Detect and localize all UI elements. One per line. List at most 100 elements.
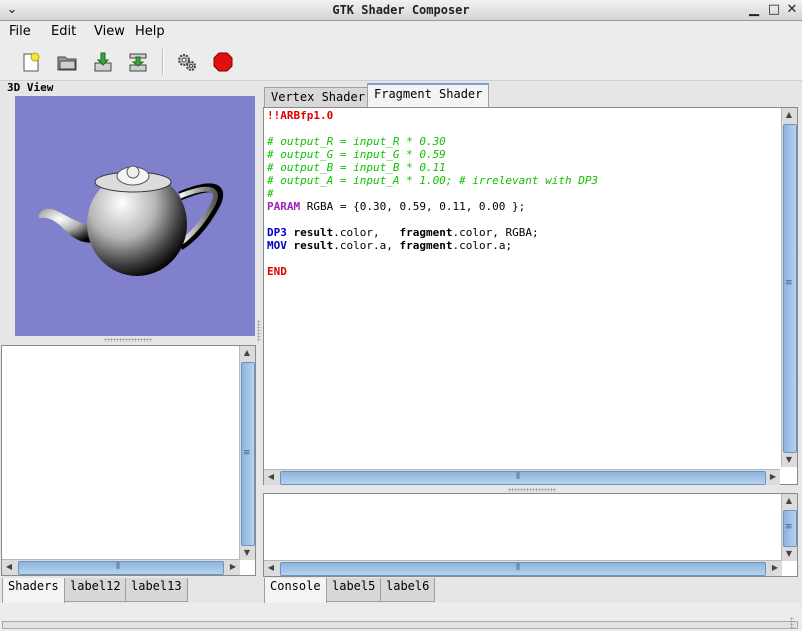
code-line: # output_A = input_A * 1.00; # irrelevan… xyxy=(267,174,780,187)
code-line: # output_G = input_G * 0.59 xyxy=(267,148,780,161)
menu-edit[interactable]: Edit xyxy=(51,24,76,39)
grip-icon: ≡ xyxy=(785,522,793,532)
stop-icon xyxy=(213,52,233,72)
editor-horizontal-scrollbar[interactable]: ◀ ⦀ ▶ xyxy=(264,469,780,485)
scroll-thumb[interactable] xyxy=(280,562,766,576)
scroll-up-icon[interactable]: ▲ xyxy=(782,494,796,508)
save-button[interactable] xyxy=(89,49,117,75)
grip-icon: ⦀ xyxy=(116,562,120,572)
minimize-icon[interactable]: ▁ xyxy=(746,2,762,18)
code-token: .color, RGBA; xyxy=(452,226,539,239)
code-token: RGBA = {0.30, 0.59, 0.11, 0.00 }; xyxy=(300,200,526,213)
code-line: PARAM RGBA = {0.30, 0.59, 0.11, 0.00 }; xyxy=(267,200,780,213)
code-line: # output_R = input_R * 0.30 xyxy=(267,135,780,148)
open-button[interactable] xyxy=(53,49,81,75)
window-title: GTK Shader Composer xyxy=(332,3,470,17)
code-token: # output_R = input_R * 0.30 xyxy=(267,135,446,148)
code-token: # xyxy=(267,187,274,200)
code-token: # output_G = input_G * 0.59 xyxy=(267,148,446,161)
stop-button[interactable] xyxy=(209,49,237,75)
3d-viewport[interactable] xyxy=(15,96,255,336)
code-line: # xyxy=(267,187,780,200)
scroll-thumb[interactable] xyxy=(280,471,766,485)
code-token: .color.a; xyxy=(452,239,513,252)
menu-help[interactable]: Help xyxy=(135,24,165,39)
code-token: result xyxy=(293,239,334,252)
menu-file[interactable]: File xyxy=(9,24,31,39)
grip-icon: ≡ xyxy=(243,448,251,458)
shader-list-panel[interactable]: ▲ ≡ ▼ ◀ ⦀ ▶ xyxy=(1,345,256,576)
code-line: END xyxy=(267,265,780,278)
tab-shaders[interactable]: Shaders xyxy=(2,578,65,606)
export-button[interactable] xyxy=(124,49,152,75)
tab-label12[interactable]: label12 xyxy=(64,578,127,602)
scroll-down-icon[interactable]: ▼ xyxy=(240,546,254,560)
settings-icon xyxy=(178,54,196,71)
tab-console[interactable]: Console xyxy=(264,578,327,606)
code-token: .color, xyxy=(333,226,400,239)
console-horizontal-scrollbar[interactable]: ◀ ⦀ ▶ xyxy=(264,560,782,576)
grip-icon: ⦀ xyxy=(516,563,520,573)
toolbar xyxy=(0,43,802,81)
console-vertical-scrollbar[interactable]: ▲ ≡ ▼ xyxy=(781,494,797,561)
scroll-down-icon[interactable]: ▼ xyxy=(782,547,796,561)
menu-bar: File Edit View Help xyxy=(0,21,802,43)
settings-button[interactable] xyxy=(173,49,201,75)
scroll-right-icon[interactable]: ▶ xyxy=(766,470,780,484)
tab-label5[interactable]: label5 xyxy=(326,578,382,602)
tab-label13[interactable]: label13 xyxy=(125,578,188,602)
open-icon xyxy=(57,56,77,71)
toolbar-separator xyxy=(162,49,164,75)
pane-grip[interactable] xyxy=(104,338,152,342)
pane-grip[interactable] xyxy=(257,320,261,342)
code-token: fragment xyxy=(399,239,453,252)
view-label: 3D View xyxy=(7,81,54,94)
scroll-down-icon[interactable]: ▼ xyxy=(782,453,796,467)
code-token: # output_A = input_A * 1.00; # irrelevan… xyxy=(267,174,599,187)
maximize-icon[interactable]: □ xyxy=(766,2,782,18)
code-line: MOV result.color.a, fragment.color.a; xyxy=(267,239,780,252)
scroll-right-icon[interactable]: ▶ xyxy=(768,561,782,575)
scroll-up-icon[interactable]: ▲ xyxy=(782,108,796,122)
scroll-left-icon[interactable]: ◀ xyxy=(2,560,16,574)
scroll-thumb[interactable] xyxy=(783,124,797,453)
code-token: DP3 xyxy=(267,226,287,239)
tab-label6[interactable]: label6 xyxy=(380,578,436,602)
resize-grip[interactable] xyxy=(790,617,794,629)
close-icon[interactable]: ✕ xyxy=(784,2,800,18)
console-panel[interactable]: ▲ ≡ ▼ ◀ ⦀ ▶ xyxy=(263,493,798,577)
scroll-left-icon[interactable]: ◀ xyxy=(264,561,278,575)
scroll-right-icon[interactable]: ▶ xyxy=(226,560,240,574)
code-token: .color.a, xyxy=(333,239,400,252)
title-bar: ⌄ GTK Shader Composer ▁ □ ✕ xyxy=(0,0,802,21)
new-button[interactable] xyxy=(17,49,45,75)
shader-code-editor[interactable]: !!ARBfp1.0 # output_R = input_R * 0.30 # o… xyxy=(266,108,780,466)
pane-grip[interactable] xyxy=(508,488,556,492)
code-token: result xyxy=(293,226,334,239)
editor-vertical-scrollbar[interactable]: ▲ ≡ ▼ xyxy=(781,108,797,467)
status-bar xyxy=(0,603,802,631)
code-token: fragment xyxy=(399,226,453,239)
code-token: !!ARBfp1.0 xyxy=(267,109,334,122)
scroll-left-icon[interactable]: ◀ xyxy=(264,470,278,484)
export-icon xyxy=(129,53,147,72)
vertical-scrollbar[interactable]: ▲ ≡ ▼ xyxy=(239,346,255,560)
code-line: !!ARBfp1.0 xyxy=(267,109,780,122)
grip-icon: ≡ xyxy=(785,278,793,288)
scroll-up-icon[interactable]: ▲ xyxy=(240,346,254,360)
scroll-thumb[interactable] xyxy=(18,561,224,575)
code-token: PARAM xyxy=(267,200,301,213)
grip-icon: ⦀ xyxy=(516,472,520,482)
save-icon xyxy=(94,52,112,72)
code-line: DP3 result.color, fragment.color, RGBA; xyxy=(267,226,780,239)
teapot-render xyxy=(38,165,224,276)
menu-view[interactable]: View xyxy=(94,24,125,39)
code-line: # output_B = input_B * 0.11 xyxy=(267,161,780,174)
code-token: END xyxy=(267,265,287,278)
horizontal-scrollbar[interactable]: ◀ ⦀ ▶ xyxy=(2,559,240,575)
